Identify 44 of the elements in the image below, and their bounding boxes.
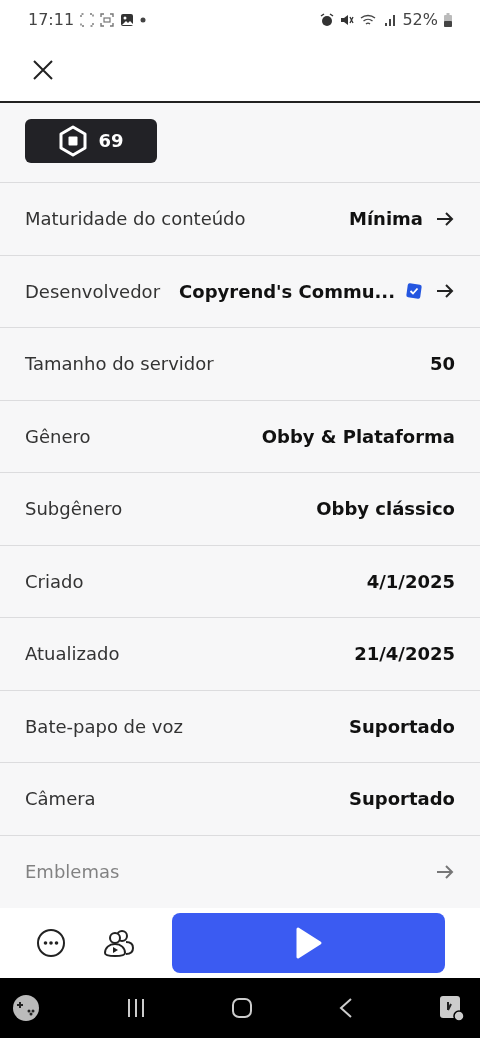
detail-value: Copyrend's Commu... (179, 280, 395, 302)
detail-label: Atualizado (25, 643, 120, 665)
detail-value: 21/4/2025 (354, 643, 455, 665)
alarm-icon (320, 12, 335, 27)
party-button[interactable] (102, 928, 136, 958)
detail-label: Tamanho do servidor (25, 353, 214, 375)
accessibility-icon[interactable] (438, 994, 466, 1022)
detail-label: Criado (25, 570, 84, 592)
detail-label: Gênero (25, 425, 91, 447)
detail-value: Obby & Plataforma (261, 425, 455, 447)
screen-record-icon (100, 12, 115, 27)
close-icon (33, 60, 53, 81)
game-launcher-icon[interactable] (12, 994, 40, 1022)
close-button[interactable] (33, 60, 53, 81)
home-icon[interactable] (231, 997, 253, 1019)
detail-label: Desenvolvedor (25, 280, 161, 302)
play-icon (294, 926, 323, 960)
back-icon[interactable] (337, 997, 354, 1019)
battery-icon (444, 12, 452, 27)
detail-value: Mínima (349, 208, 423, 230)
robux-icon (58, 124, 89, 157)
mute-icon (340, 12, 355, 27)
signal-icon (384, 12, 397, 27)
detail-value: 50 (429, 353, 455, 375)
detail-label: Câmera (25, 788, 96, 810)
notification-dot-icon (140, 16, 147, 23)
detail-label: Subgênero (25, 498, 123, 520)
screenshot-icon (80, 12, 95, 27)
detail-label: Bate-papo de voz (25, 715, 183, 737)
detail-value: Obby clássico (316, 498, 455, 520)
detail-label: Maturidade do conteúdo (25, 208, 246, 230)
people-play-icon (102, 928, 136, 958)
detail-value: Suportado (349, 715, 455, 737)
detail-value: 4/1/2025 (366, 570, 455, 592)
arrow-right-icon[interactable] (435, 209, 455, 228)
play-button[interactable] (172, 913, 445, 973)
more-button[interactable] (36, 928, 66, 958)
image-icon (120, 12, 135, 27)
robux-amount: 69 (98, 130, 124, 151)
detail-label: Emblemas (25, 861, 120, 883)
more-icon (36, 928, 66, 958)
status-time: 17:11 (28, 10, 75, 30)
detail-value: Suportado (349, 788, 455, 810)
battery-percent: 52% (402, 10, 438, 30)
